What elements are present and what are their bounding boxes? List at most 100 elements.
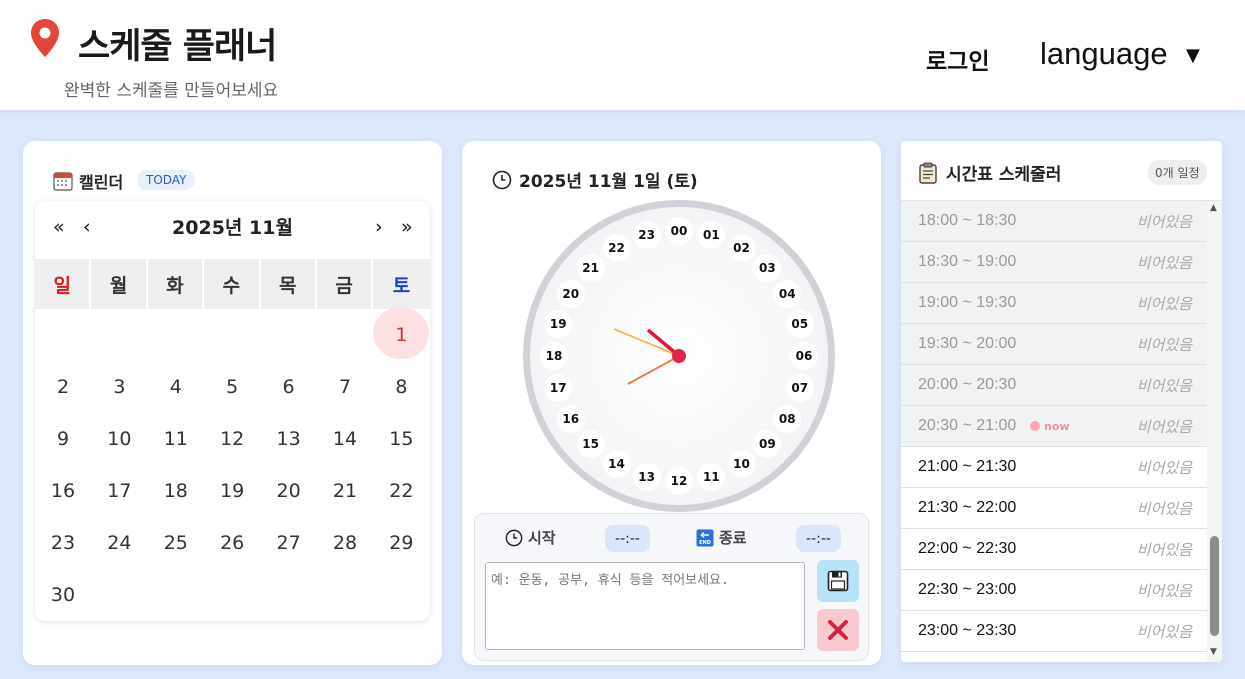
delete-button[interactable]	[817, 609, 859, 651]
calendar-day[interactable]: 15	[373, 413, 429, 465]
calendar-day[interactable]: 28	[317, 517, 373, 569]
calendar-day[interactable]: 9	[35, 413, 91, 465]
schedule-scrollbar[interactable]: ▲ ▼	[1207, 201, 1222, 662]
language-select[interactable]: language	[1040, 36, 1168, 72]
calendar-day-label: 25	[163, 532, 188, 554]
app-subtitle: 완벽한 스케줄를 만들어보세요	[64, 81, 279, 101]
calendar-day-label: 30	[50, 584, 76, 606]
clock-hour-label[interactable]: 11	[697, 462, 726, 491]
time-range-form: 시작 --:-- END 종료 --:--	[474, 513, 869, 661]
clock-hour-label[interactable]: 20	[556, 279, 585, 308]
schedule-status: 비어있음	[1136, 294, 1192, 313]
clock-hour-label[interactable]: 21	[576, 253, 605, 282]
clock-hour-label[interactable]: 06	[790, 342, 818, 370]
calendar-day-label: 11	[163, 428, 188, 450]
calendar-day[interactable]: 21	[317, 465, 373, 517]
clock-hour-label[interactable]: 15	[576, 430, 605, 459]
clock-hour-label[interactable]: 13	[632, 462, 661, 491]
clock-hour-label[interactable]: 00	[665, 217, 693, 245]
schedule-row[interactable]: 19:30 ~ 20:00 비어있음	[901, 324, 1207, 365]
calendar-day[interactable]: 6	[261, 361, 317, 413]
clock-hour-label[interactable]: 03	[753, 253, 782, 282]
weekday-header: 일 월 화 수 목 금 토	[35, 259, 430, 309]
clock-hour-label[interactable]: 14	[602, 450, 631, 479]
now-label: now	[1044, 419, 1070, 433]
clock-hour-label[interactable]: 08	[773, 404, 802, 433]
schedule-row[interactable]: 23:00 ~ 23:30 비어있음	[901, 611, 1207, 652]
schedule-time: 21:30 ~ 22:00	[918, 499, 1017, 516]
schedule-status: 비어있음	[1136, 417, 1192, 436]
save-button[interactable]	[817, 560, 859, 602]
schedule-time: 18:00 ~ 18:30	[918, 212, 1017, 229]
calendar-day[interactable]: 20	[261, 465, 317, 517]
schedule-row[interactable]: 19:00 ~ 19:30 비어있음	[901, 283, 1207, 324]
schedule-row[interactable]: 20:00 ~ 20:30 비어있음	[901, 365, 1207, 406]
calendar-day[interactable]: 26	[204, 517, 260, 569]
end-time-input[interactable]: --:--	[796, 525, 841, 552]
calendar-day[interactable]: 30	[35, 569, 91, 621]
clock-hour-label[interactable]: 05	[785, 309, 814, 338]
start-label: 시작	[505, 527, 556, 548]
calendar-day[interactable]: 16	[35, 465, 91, 517]
clock-hour-label[interactable]: 22	[602, 233, 631, 262]
clock-hour-label[interactable]: 18	[540, 342, 568, 370]
calendar-day[interactable]: 5	[204, 361, 260, 413]
calendar-day[interactable]: 17	[91, 465, 147, 517]
calendar-day[interactable]: 8	[373, 361, 429, 413]
calendar-day[interactable]: 12	[204, 413, 260, 465]
calendar-day[interactable]: 11	[148, 413, 204, 465]
floppy-disk-icon	[827, 570, 849, 592]
schedule-row[interactable]: 21:00 ~ 21:30 비어있음	[901, 447, 1207, 488]
schedule-status: 비어있음	[1136, 622, 1192, 641]
calendar-day[interactable]: 3	[91, 361, 147, 413]
calendar-day[interactable]: 24	[91, 517, 147, 569]
weekday-thu: 목	[260, 259, 317, 309]
calendar-header: 캘린더	[53, 169, 123, 193]
calendar-day[interactable]: 22	[373, 465, 429, 517]
clock-hour-label[interactable]: 10	[727, 450, 756, 479]
calendar-day[interactable]: 4	[148, 361, 204, 413]
calendar-day-label: 7	[338, 376, 352, 398]
clock-hour-label[interactable]: 07	[785, 374, 814, 403]
calendar-day[interactable]: 19	[204, 465, 260, 517]
calendar-day[interactable]: 7	[317, 361, 373, 413]
calendar-day[interactable]: 14	[317, 413, 373, 465]
scroll-up-arrow-icon[interactable]: ▲	[1210, 203, 1217, 213]
schedule-row[interactable]: 22:30 ~ 23:00 비어있음	[901, 570, 1207, 611]
clock-hour-label[interactable]: 02	[727, 233, 756, 262]
clock-hour-label[interactable]: 16	[556, 404, 585, 433]
clock-hour-label[interactable]: 12	[665, 467, 693, 495]
calendar-day-label: 13	[276, 428, 301, 450]
next-year-button[interactable]: »	[401, 216, 413, 238]
clock-hour-label[interactable]: 19	[544, 309, 573, 338]
calendar-day[interactable]: 23	[35, 517, 91, 569]
clock-hour-label[interactable]: 04	[773, 279, 802, 308]
schedule-time: 20:00 ~ 20:30	[918, 376, 1017, 393]
scrollbar-thumb[interactable]	[1210, 536, 1219, 636]
calendar-day[interactable]: 29	[373, 517, 429, 569]
schedule-row[interactable]: 18:30 ~ 19:00 비어있음	[901, 242, 1207, 283]
next-month-button[interactable]: ›	[375, 216, 383, 238]
calendar-day[interactable]: 18	[148, 465, 204, 517]
clock-hour-label[interactable]: 23	[632, 221, 661, 250]
calendar-day[interactable]: 10	[91, 413, 147, 465]
schedule-row[interactable]: 21:30 ~ 22:00 비어있음	[901, 488, 1207, 529]
calendar-day[interactable]: 13	[261, 413, 317, 465]
calendar-day[interactable]: 2	[35, 361, 91, 413]
login-button[interactable]: 로그인	[926, 42, 989, 76]
schedule-row[interactable]: 18:00 ~ 18:30 비어있음	[901, 201, 1207, 242]
calendar-day[interactable]: 25	[148, 517, 204, 569]
weekday-sun: 일	[35, 259, 92, 309]
scroll-down-arrow-icon[interactable]: ▼	[1210, 647, 1217, 657]
calendar-day[interactable]: 27	[261, 517, 317, 569]
today-button[interactable]: TODAY	[137, 170, 196, 190]
memo-textarea[interactable]	[485, 562, 805, 650]
schedule-time: 19:30 ~ 20:00	[918, 335, 1017, 352]
second-hand	[613, 328, 680, 357]
24h-clock-face[interactable]: 00 01 02 03 04 05 06 07 08 09 10 11 12 13 14 15 16 17 18 19…	[523, 200, 835, 512]
start-time-input[interactable]: --:--	[605, 525, 650, 552]
schedule-row[interactable]: 22:00 ~ 22:30 비어있음	[901, 529, 1207, 570]
chevron-down-icon[interactable]: ▼	[1186, 45, 1200, 66]
calendar-day[interactable]: 1	[373, 307, 430, 361]
schedule-row[interactable]: 20:30 ~ 21:00 now 비어있음	[901, 406, 1207, 447]
